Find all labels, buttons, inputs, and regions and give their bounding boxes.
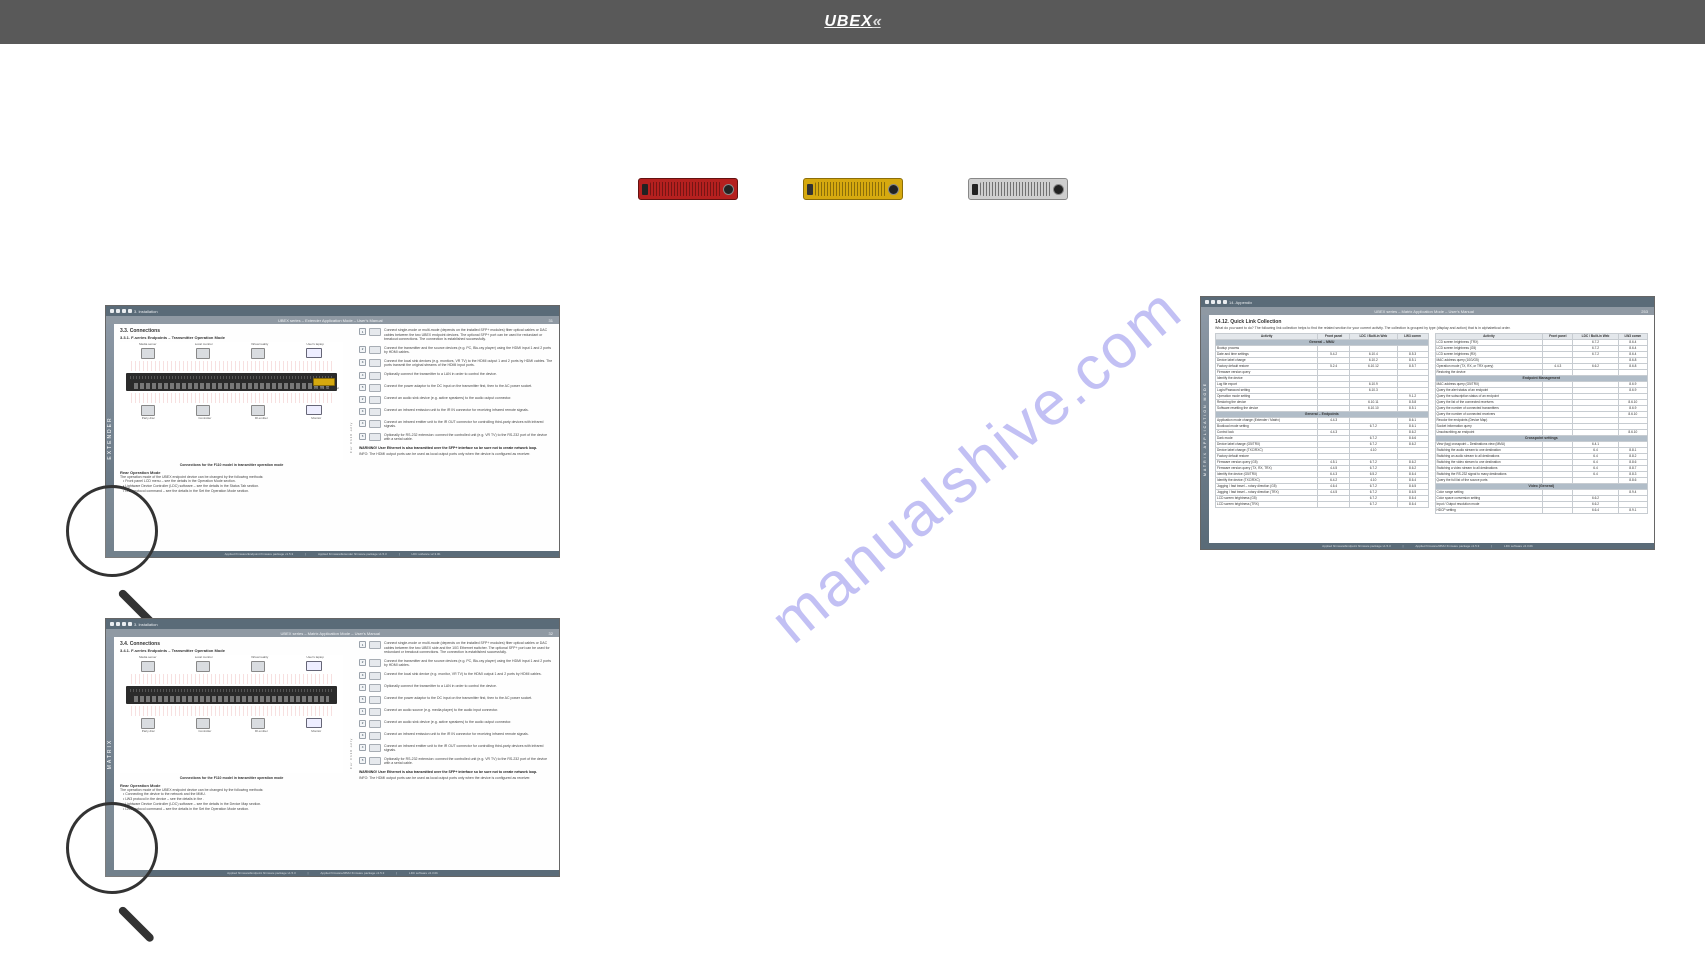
watermark: manualshive.com bbox=[757, 274, 1195, 658]
table-row: LCD screen brightness (TRX)6.7.28.6.4 bbox=[1216, 501, 1429, 507]
prev-icon[interactable] bbox=[122, 622, 126, 626]
intro-text: What do you want to do? The following li… bbox=[1215, 326, 1648, 331]
prev-icon[interactable] bbox=[122, 309, 126, 313]
step-item: 1Connect single-mode or multi-mode (depe… bbox=[359, 328, 553, 342]
rack-device-icon bbox=[126, 373, 337, 391]
page-header: UBEX series – Matrix Application Mode – … bbox=[1201, 307, 1654, 315]
next-icon[interactable] bbox=[1223, 300, 1227, 304]
step-item: 4Optionally connect the transmitter to a… bbox=[359, 684, 553, 692]
step-item: 4Connect an infrared emitter unit to the… bbox=[359, 744, 553, 753]
magnifier-icon bbox=[66, 802, 158, 894]
info-text: INFO: The HDMI output ports can be used … bbox=[359, 452, 553, 456]
crumb: 3. Installation bbox=[134, 622, 158, 627]
step-item: 5Connect the power adaptor to the DC inp… bbox=[359, 696, 553, 704]
device-silver bbox=[968, 178, 1068, 200]
quicklinks-table-right: ActivityFront panelLDC / Built-in WebLW3… bbox=[1435, 333, 1649, 514]
back-icon[interactable] bbox=[1205, 300, 1209, 304]
step-item: 5Optionally for RS-232 extension: connec… bbox=[359, 433, 553, 442]
crumb: 3. Installation bbox=[134, 309, 158, 314]
home-icon[interactable] bbox=[116, 309, 120, 313]
step-item: 2Connect an audio sink device (e.g. acti… bbox=[359, 396, 553, 404]
step-item: 2Connect an audio sink device (e.g. acti… bbox=[359, 720, 553, 728]
back-icon[interactable] bbox=[110, 309, 114, 313]
page-footer: Applied firmware/Endpoint firmware packa… bbox=[1201, 543, 1654, 549]
vert-caption-top: For F110 only bbox=[347, 641, 355, 866]
warning-text: WARNING! User Ethernet is also transmitt… bbox=[359, 446, 553, 450]
home-icon[interactable] bbox=[116, 622, 120, 626]
section-title: 14.12. Quick Link Collection bbox=[1215, 319, 1648, 325]
quicklinks-table-left: ActivityFront panelLDC / Built-in WebLW3… bbox=[1215, 333, 1429, 508]
page-header: UBEX series – Matrix Application Mode – … bbox=[106, 629, 559, 637]
step-item: 2Connect the transmitter and the source … bbox=[359, 346, 553, 355]
step-item: 4Connect an infrared emitter unit to the… bbox=[359, 420, 553, 429]
crumb: 14. Appendix bbox=[1229, 300, 1252, 305]
step-item: 1Connect single-mode or multi-mode (depe… bbox=[359, 641, 553, 655]
topbar: UBEX bbox=[0, 0, 1705, 44]
rack-device-icon bbox=[126, 686, 337, 704]
page-footer: Applied firmware/Endpoint firmware packa… bbox=[106, 870, 559, 876]
step-item: 3Connect an infrared emission unit to th… bbox=[359, 408, 553, 416]
home-icon[interactable] bbox=[1211, 300, 1215, 304]
next-icon[interactable] bbox=[128, 309, 132, 313]
device-yellow bbox=[803, 178, 903, 200]
subsection-title: 3.4.1. F-series Endpoints – Transmitter … bbox=[120, 648, 343, 653]
step-item: 2Connect the transmitter and the source … bbox=[359, 659, 553, 668]
rps-icon bbox=[313, 378, 335, 386]
device-red bbox=[638, 178, 738, 200]
back-icon[interactable] bbox=[110, 622, 114, 626]
page-toolbar: 3. Installation bbox=[106, 619, 559, 629]
step-item: 5Optionally for RS-232 extension: connec… bbox=[359, 757, 553, 766]
vert-caption-top: For F110 only bbox=[347, 328, 355, 547]
magnifier-icon bbox=[66, 485, 158, 577]
warning-text: WARNING! User Ethernet is also transmitt… bbox=[359, 770, 553, 774]
diagram-caption: Connections for the F110 model in transm… bbox=[120, 463, 343, 467]
info-text: INFO: The HDMI output ports can be used … bbox=[359, 776, 553, 780]
prev-icon[interactable] bbox=[1217, 300, 1221, 304]
connection-diagram: Media serverLocal monitorVirtual reality… bbox=[120, 342, 343, 460]
manual-page-matrix[interactable]: 3. Installation UBEX series – Matrix App… bbox=[105, 618, 560, 877]
table-row: HDCP setting6.6.48.9.1 bbox=[1435, 507, 1648, 513]
page-toolbar: 14. Appendix bbox=[1201, 297, 1654, 307]
step-item: 4Optionally connect the transmitter to a… bbox=[359, 372, 553, 380]
next-icon[interactable] bbox=[128, 622, 132, 626]
diagram-caption: Connections for the F110 model in transm… bbox=[120, 776, 343, 780]
step-item: 3Connect the local sink device (e.g. mon… bbox=[359, 672, 553, 680]
step-item: 3Connect an infrared emission unit to th… bbox=[359, 732, 553, 740]
side-tab: MATRIX APPLICATION MODE bbox=[1201, 315, 1209, 543]
step-item: 3Connect the local sink devices (e.g. mo… bbox=[359, 359, 553, 368]
devices-row bbox=[0, 178, 1705, 200]
step-item: 5Connect the power adaptor to the DC inp… bbox=[359, 384, 553, 392]
section-title: 3.4. Connections bbox=[120, 641, 343, 647]
manual-page-extender[interactable]: 3. Installation UBEX series – Extender A… bbox=[105, 305, 560, 558]
page-footer: Applied firmware/Endpoint firmware packa… bbox=[106, 551, 559, 557]
connection-diagram: Media serverLocal monitorVirtual reality… bbox=[120, 655, 343, 773]
section-title: 3.3. Connections bbox=[120, 328, 343, 334]
manual-page-quicklinks[interactable]: 14. Appendix UBEX series – Matrix Applic… bbox=[1200, 296, 1655, 550]
brand-logo: UBEX bbox=[824, 13, 880, 31]
step-item: 1Connect an audio source (e.g. media pla… bbox=[359, 708, 553, 716]
page-header: UBEX series – Extender Application Mode … bbox=[106, 316, 559, 324]
page-toolbar: 3. Installation bbox=[106, 306, 559, 316]
subsection-title: 3.3.1. F-series Endpoints – Transmitter … bbox=[120, 335, 343, 340]
